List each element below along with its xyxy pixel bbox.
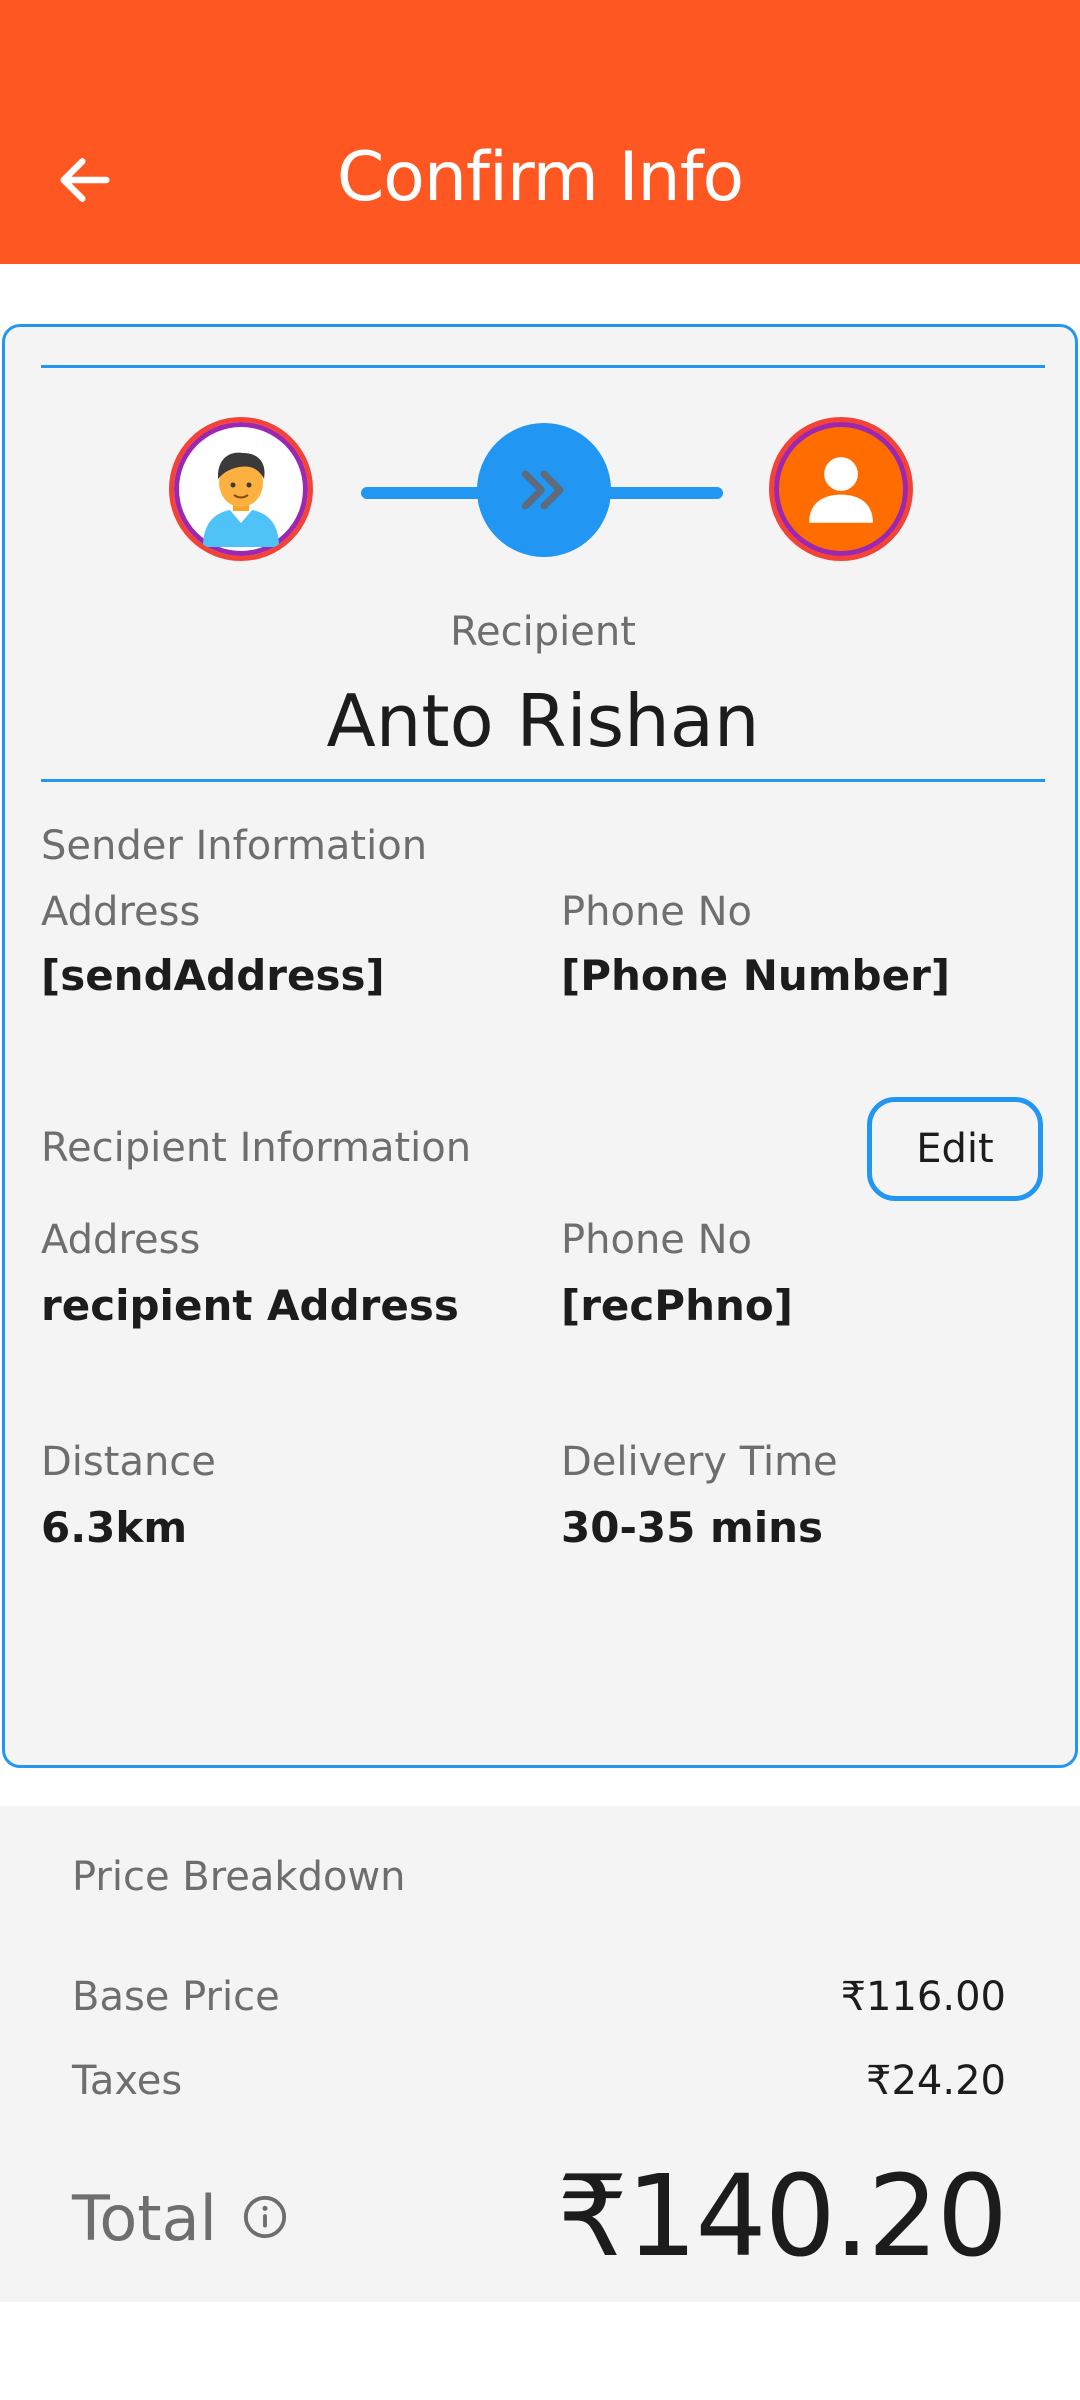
taxes-label: Taxes	[72, 2058, 183, 2104]
recipient-info-title: Recipient Information	[41, 1125, 472, 1171]
sender-avatar	[169, 417, 313, 561]
page-title: Confirm Info	[336, 138, 744, 217]
divider-name	[41, 779, 1045, 782]
delivery-time-value: 30-35 mins	[561, 1503, 824, 1552]
double-chevron-right-icon	[521, 470, 564, 510]
total-value: ₹140.20	[556, 2152, 1008, 2282]
distance-value: 6.3km	[41, 1503, 188, 1552]
taxes-value: ₹24.20	[866, 2058, 1006, 2104]
total-label: Total	[72, 2182, 217, 2255]
delivery-info-card: Recipient Anto Rishan Sender Information…	[2, 324, 1078, 1768]
app-bar: Confirm Info	[0, 0, 1080, 264]
recipient-name: Anto Rishan	[326, 679, 760, 763]
sender-phone-label: Phone No	[561, 889, 753, 935]
sender-phone-value: [Phone Number]	[561, 951, 951, 1000]
divider-top	[41, 365, 1045, 368]
sender-address-value: [sendAddress]	[41, 951, 385, 1000]
distance-label: Distance	[41, 1439, 216, 1485]
base-price-value: ₹116.00	[840, 1974, 1006, 2020]
recipient-address-value: recipient Address	[41, 1281, 459, 1330]
recipient-phone-value: [recPhno]	[561, 1281, 793, 1330]
sender-address-label: Address	[41, 889, 201, 935]
price-breakdown-title: Price Breakdown	[72, 1854, 406, 1900]
boy-avatar-icon	[203, 452, 279, 547]
transfer-indicator	[477, 423, 611, 557]
price-breakdown-panel: Price Breakdown Base Price ₹116.00 Taxes…	[0, 1806, 1080, 2302]
delivery-time-label: Delivery Time	[561, 1439, 838, 1485]
base-price-label: Base Price	[72, 1974, 280, 2020]
sender-info-title: Sender Information	[41, 823, 428, 869]
person-icon	[809, 457, 873, 523]
recipient-label: Recipient	[450, 609, 636, 655]
info-icon	[243, 2195, 287, 2239]
recipient-phone-label: Phone No	[561, 1217, 753, 1263]
edit-button[interactable]: Edit	[867, 1097, 1043, 1201]
recipient-avatar	[769, 417, 913, 561]
recipient-address-label: Address	[41, 1217, 201, 1263]
total-info-button[interactable]	[242, 2194, 288, 2240]
